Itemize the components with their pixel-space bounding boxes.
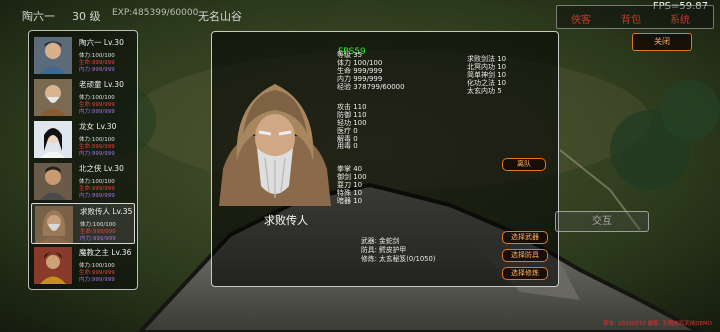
equipped-armor: 防具: 鳄皮护甲 (361, 246, 407, 254)
basic-stats: 等级 35 体力 100/100 生命 999/999 内力 999/999 经… (337, 51, 405, 91)
player-exp: EXP:485399/60000 (112, 8, 199, 18)
stat-exp: 经验 378799/60000 (337, 82, 405, 91)
member-mp: 内力:999/999 (79, 109, 115, 115)
weapon-skills: 拳掌 40 御剑 100 耍刀 10 特殊 10 暗器 10 (337, 165, 367, 205)
member-mp: 内力:999/999 (80, 236, 116, 242)
member-name: 陶六一 Lv.30 (79, 38, 124, 47)
member-mp: 内力:999/999 (79, 67, 115, 73)
hero-portrait (34, 163, 72, 200)
party-member[interactable]: 北之侠 Lv.30 体力:100/100 生命:999/999 内力:999/9… (31, 161, 135, 202)
member-name: 龙女 Lv.30 (79, 122, 117, 131)
player-level: 30 级 (72, 10, 101, 23)
member-name: 老顽童 Lv.30 (79, 80, 124, 89)
tab-system[interactable]: 系统 (670, 11, 690, 26)
tab-bag[interactable]: 背包 (621, 11, 641, 26)
party-member-selected[interactable]: 求败传人 Lv.35 体力:100/100 生命:999/999 内力:999/… (31, 203, 135, 244)
select-armor-button[interactable]: 选择防具 (502, 249, 548, 262)
party-member[interactable]: 龙女 Lv.30 体力:100/100 生命:999/999 内力:999/99… (31, 119, 135, 160)
member-name: 魔教之主 Lv.36 (79, 248, 132, 257)
version-info: 版本: 20230510 摄炼: 无限肉鸡武侠DEMO (603, 321, 712, 327)
member-mp: 内力:999/999 (79, 151, 115, 157)
leave-party-button[interactable]: 离队 (502, 158, 546, 171)
select-training-button[interactable]: 选择修炼 (502, 267, 548, 280)
equipment-info: 武器: 金蛇剑 防具: 鳄皮护甲 修炼: 太玄秘笈(0/1050) (361, 237, 435, 264)
party-member[interactable]: 老顽童 Lv.30 体力:100/100 生命:999/999 内力:999/9… (31, 77, 135, 118)
member-name: 求败传人 Lv.35 (80, 207, 133, 216)
hero-portrait (34, 247, 72, 284)
hero-portrait (34, 79, 72, 116)
menu-tabbar: 侠客 背包 系统 (556, 5, 714, 29)
martial-arts-list: 求败剑法 10 北冥内功 10 简单神剑 10 化功之法 10 太玄内功 5 (467, 55, 506, 95)
member-mp: 内力:999/999 (79, 277, 115, 283)
hero-portrait (34, 37, 72, 74)
hero-portrait (34, 121, 72, 158)
martial-art: 太玄内功 5 (467, 86, 502, 95)
select-weapon-button[interactable]: 选择武器 (502, 231, 548, 244)
skill-hidden-weapon: 暗器 10 (337, 196, 363, 205)
character-name: 求败传人 (264, 214, 308, 227)
party-member[interactable]: 陶六一 Lv.30 体力:100/100 生命:999/999 内力:999/9… (31, 35, 135, 76)
player-name: 陶六一 (22, 10, 55, 23)
equipped-weapon: 武器: 金蛇剑 (361, 237, 400, 245)
interact-button[interactable]: 交互 (555, 211, 649, 232)
stat-poison: 用毒 0 (337, 142, 358, 151)
party-list: 陶六一 Lv.30 体力:100/100 生命:999/999 内力:999/9… (28, 30, 138, 290)
combat-stats: 攻击 110 防御 110 轻功 100 医疗 0 解毒 0 用毒 0 (337, 103, 367, 151)
party-member[interactable]: 魔教之主 Lv.36 体力:100/100 生命:999/999 内力:999/… (31, 245, 135, 286)
location-name: 无名山谷 (198, 10, 242, 23)
player-status-bar: 陶六一 30 级 EXP:485399/60000 无名山谷 (0, 0, 400, 28)
tab-heroes[interactable]: 侠客 (571, 11, 591, 26)
member-name: 北之侠 Lv.30 (79, 164, 124, 173)
member-mp: 内力:999/999 (79, 193, 115, 199)
hero-portrait (35, 206, 73, 243)
character-portrait (219, 84, 331, 206)
training-book: 修炼: 太玄秘笈(0/1050) (361, 255, 436, 263)
close-button[interactable]: 关闭 (632, 33, 692, 51)
